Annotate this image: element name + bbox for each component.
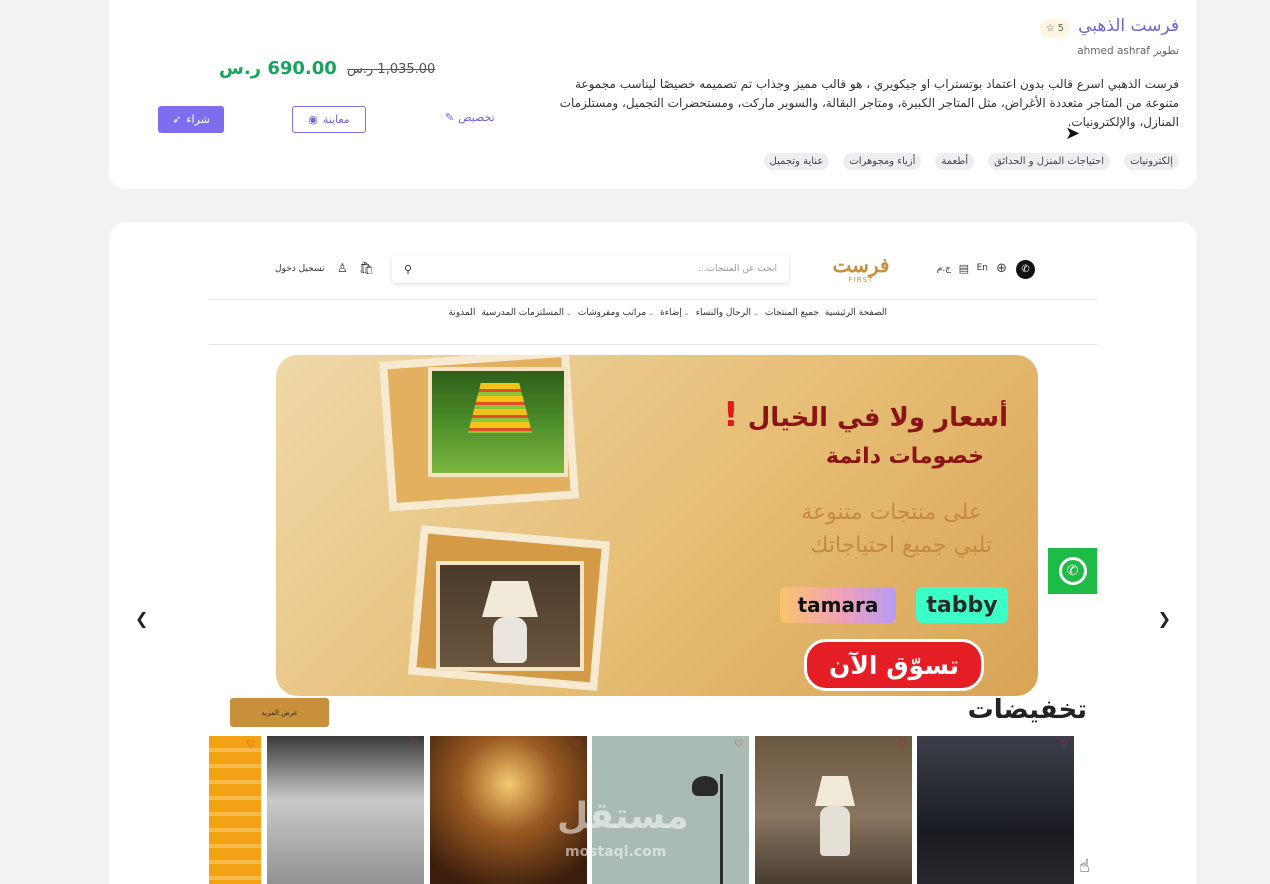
banner-headline-text: أسعار ولا في الخيال <box>747 403 1008 433</box>
search-icon[interactable]: ⚲ <box>404 263 412 276</box>
whatsapp-icon: ✆ <box>1058 557 1087 585</box>
lamp-base <box>820 806 850 856</box>
banner-text-line3: على منتجات متنوعة <box>801 500 982 525</box>
hand-cursor-icon: ☝ <box>1079 856 1090 877</box>
nav-item-all-products[interactable]: جميع المنتجات <box>765 308 819 318</box>
nav-item-men-women[interactable]: الرجال والنساء ⌄ <box>696 308 759 318</box>
logo-text: فرست <box>832 253 890 277</box>
chevron-down-icon: ⌄ <box>565 309 572 317</box>
preview-label: معاينة <box>322 113 350 126</box>
customize-button[interactable]: ✎ تخصيص <box>445 111 495 124</box>
tabby-logo: tabby <box>916 587 1008 623</box>
language-switch[interactable]: En <box>977 263 988 273</box>
product-card[interactable]: ♡ <box>917 736 1074 884</box>
user-icon[interactable]: ♙ <box>337 261 348 275</box>
show-more-button[interactable]: عرض المزيد <box>230 698 329 727</box>
watermark-url: mostaql.com <box>565 844 667 860</box>
heart-icon[interactable]: ♡ <box>409 739 418 750</box>
star-icon: ☆ <box>1045 23 1055 34</box>
slider-next-arrow[interactable]: ❯ <box>1158 609 1171 628</box>
nav-item-blog[interactable]: المدونة <box>448 308 475 318</box>
nav-item-mattresses[interactable]: مراتب ومفروشات ⌄ <box>578 308 654 318</box>
brush-icon: ✎ <box>445 111 455 124</box>
nav-label: المسلتزمات المدرسية <box>481 308 564 318</box>
rocket-icon: ➶ <box>172 113 182 126</box>
search-input[interactable]: ⚲ ابحث عن المنتجات... <box>392 255 789 283</box>
section-title: تخفيضات <box>967 695 1087 725</box>
lamp-shade <box>815 776 855 806</box>
template-title[interactable]: فرست الذهبي <box>1078 16 1179 36</box>
search-placeholder: ابحث عن المنتجات... <box>697 264 777 274</box>
template-description: فرست الذهبي اسرع قالب بدون اعتماد بوتستر… <box>559 77 1179 129</box>
chevron-down-icon: ⌄ <box>752 309 759 317</box>
rating-value: 5 <box>1057 23 1064 34</box>
tag[interactable]: أزياء ومجوهرات <box>843 153 922 170</box>
floor-lamp-pole <box>720 774 723 884</box>
login-link[interactable]: تسجيل دخول <box>275 264 325 274</box>
nav-item-lighting[interactable]: إضاءة ⌄ <box>660 308 690 318</box>
watermark-text: مستقل <box>557 796 689 837</box>
tag[interactable]: أطعمة <box>935 153 975 170</box>
chevron-down-icon: ⌄ <box>683 309 690 317</box>
buy-button[interactable]: ➶ شراء <box>158 106 224 133</box>
nav-item-home[interactable]: الصفحة الرئيسية <box>825 308 887 318</box>
eye-icon: ◉ <box>308 113 318 126</box>
slider-prev-arrow[interactable]: ❮ <box>135 609 148 628</box>
rating-badge: ☆ 5 <box>1039 19 1070 38</box>
cart-icon[interactable]: 🛍 <box>359 261 374 275</box>
store-nav: الصفحة الرئيسية جميع المنتجات الرجال وال… <box>209 308 1097 345</box>
sale-price: 690.00 ر.س <box>219 58 337 79</box>
banner-headline: أسعار ولا في الخيال ! <box>723 395 1008 435</box>
whatsapp-button[interactable]: ✆ <box>1048 548 1097 594</box>
banner-text-line4: تلبي جميع احتياجاتك <box>810 533 992 558</box>
customize-label: تخصيص <box>458 111 495 124</box>
heart-icon[interactable]: ♡ <box>897 739 906 750</box>
tamara-logo: tamara <box>780 587 896 623</box>
money-icon[interactable]: ▤ <box>959 262 969 275</box>
heart-icon[interactable]: ♡ <box>1059 739 1068 750</box>
template-info-card: فرست الذهبي ☆ 5 تطوير ahmed ashraf فرست … <box>109 0 1197 189</box>
store-header: ✆ ⊕ En ▤ ج.م فرست FIRST ⚲ ابحث عن المنتج… <box>209 242 1097 300</box>
globe-icon[interactable]: ⊕ <box>996 261 1007 276</box>
nav-label: الرجال والنساء <box>695 308 751 318</box>
lamp-base <box>493 617 527 663</box>
heart-icon[interactable]: ♡ <box>572 739 581 750</box>
original-price: 1,035.00 ر.س <box>347 62 436 77</box>
developer-credit: تطوير ahmed ashraf <box>1077 45 1179 57</box>
nav-item-school[interactable]: المسلتزمات المدرسية ⌄ <box>481 308 572 318</box>
product-card[interactable]: ♡ <box>209 736 261 884</box>
mouse-cursor-icon: ➤ <box>1065 123 1081 144</box>
nav-label: مراتب ومفروشات <box>577 308 647 318</box>
product-card[interactable]: ♡ <box>267 736 424 884</box>
buy-label: شراء <box>186 113 210 126</box>
tag[interactable]: احتياجات المنزل و الحدائق <box>988 153 1111 170</box>
store-logo[interactable]: فرست FIRST <box>829 254 893 290</box>
preview-button[interactable]: ◉ معاينة <box>292 106 366 133</box>
shop-now-button[interactable]: تسوّق الآن <box>804 639 984 691</box>
nav-label: إضاءة <box>660 308 682 318</box>
banner-exclaim: ! <box>723 395 739 435</box>
chevron-down-icon: ⌄ <box>648 309 655 317</box>
hero-banner[interactable]: أسعار ولا في الخيال ! خصومات دائمة على م… <box>276 355 1038 696</box>
product-card[interactable]: ♡ <box>755 736 912 884</box>
template-preview-card: ✆ ⊕ En ▤ ج.م فرست FIRST ⚲ ابحث عن المنتج… <box>109 222 1197 884</box>
category-tags: إلكترونيات احتياجات المنزل و الحدائق أطع… <box>763 153 1179 170</box>
tag[interactable]: إلكترونيات <box>1124 153 1179 170</box>
phone-icon[interactable]: ✆ <box>1016 260 1035 279</box>
currency-switch[interactable]: ج.م <box>937 264 951 274</box>
logo-subtext: FIRST <box>848 276 874 284</box>
floor-lamp-head <box>692 776 718 796</box>
heart-icon[interactable]: ♡ <box>246 739 255 750</box>
banner-subheadline: خصومات دائمة <box>825 444 984 469</box>
tag[interactable]: عناية وتجميل <box>763 153 830 170</box>
heart-icon[interactable]: ♡ <box>734 739 743 750</box>
